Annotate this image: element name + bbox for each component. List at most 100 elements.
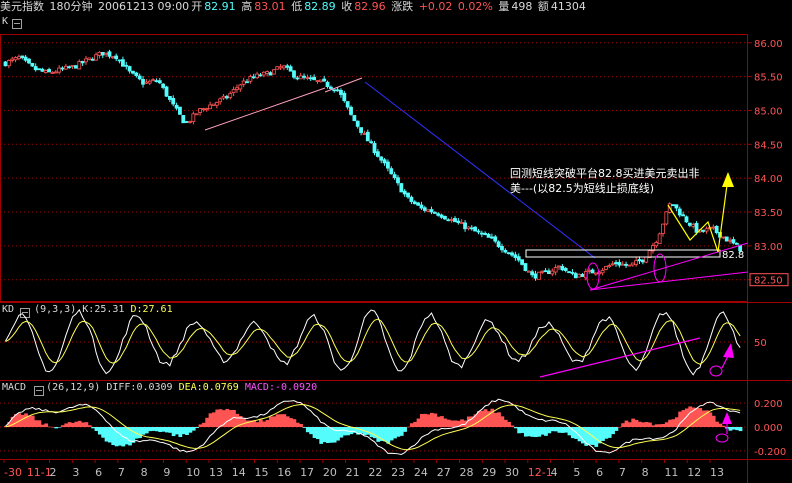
candle-body bbox=[339, 89, 343, 95]
macd-histogram-bar bbox=[389, 427, 394, 441]
candle-body bbox=[325, 81, 330, 87]
candle-body bbox=[322, 78, 327, 82]
macd-histogram-bar bbox=[191, 427, 196, 431]
candle-body bbox=[724, 236, 729, 242]
macd-histogram-bar bbox=[50, 426, 55, 428]
chart-canvas[interactable]: 86.00 85.50 85.00 84.50 84.00 83.50 83.00 82.50… bbox=[0, 0, 792, 483]
macd-histogram-bar bbox=[269, 416, 273, 427]
macd-histogram-bar bbox=[165, 427, 169, 433]
axis-labels-layer: 86.00 85.50 85.00 84.50 84.00 83.50 83.00 82.50… bbox=[3, 39, 789, 479]
candle-body bbox=[681, 214, 686, 217]
macd-histogram-bar bbox=[668, 419, 672, 427]
x-axis-label: 27 bbox=[437, 466, 451, 479]
macd-histogram-bar bbox=[205, 417, 210, 427]
macd-histogram-bar bbox=[326, 427, 330, 444]
candle-body bbox=[412, 201, 417, 205]
macd-histogram-bar bbox=[396, 427, 401, 437]
candle-body bbox=[144, 81, 149, 84]
candle-body bbox=[614, 262, 618, 265]
macd-y-tick-label: 0.000 bbox=[754, 423, 783, 434]
macd-histogram-bar bbox=[64, 423, 69, 427]
macd-histogram-bar bbox=[718, 423, 723, 427]
candle-body bbox=[104, 52, 109, 55]
candle-body bbox=[164, 86, 169, 97]
main-y-tick-label: 83.50 bbox=[754, 208, 783, 219]
x-axis-label: 6 bbox=[596, 466, 603, 479]
macd-histogram-bar bbox=[621, 423, 625, 427]
macd-histogram-bar bbox=[399, 427, 404, 436]
candle-body bbox=[510, 252, 514, 256]
candle-body bbox=[604, 265, 608, 270]
candle-body bbox=[342, 92, 347, 102]
macd-histogram-bar bbox=[319, 427, 324, 444]
candle-body bbox=[231, 89, 236, 94]
macd-histogram-bar bbox=[158, 427, 163, 433]
macd-histogram-bar bbox=[154, 427, 159, 432]
macd-histogram-bar bbox=[547, 427, 552, 434]
macd-histogram-bar bbox=[644, 421, 649, 427]
macd-histogram-bar bbox=[648, 422, 652, 427]
candle-body bbox=[406, 192, 410, 198]
bottom-ellipse bbox=[586, 262, 600, 290]
macd-histogram-bar bbox=[403, 427, 407, 432]
candle-body bbox=[409, 196, 414, 202]
candle-body bbox=[30, 63, 35, 67]
candle-body bbox=[550, 270, 555, 275]
macd-histogram-bar bbox=[54, 427, 59, 429]
candle-body bbox=[261, 71, 266, 76]
candle-body bbox=[473, 226, 478, 232]
main-y-tick-label: 85.00 bbox=[754, 106, 783, 117]
candle-body bbox=[553, 267, 558, 273]
macd-histogram-bar bbox=[91, 427, 95, 429]
macd-histogram-bar bbox=[446, 419, 451, 427]
candle-body bbox=[141, 78, 145, 85]
candle-body bbox=[328, 86, 333, 89]
candle-body bbox=[248, 76, 253, 82]
candle-body bbox=[661, 223, 665, 234]
candle-body bbox=[60, 67, 65, 70]
candle-body bbox=[245, 81, 249, 84]
candle-body bbox=[731, 239, 736, 244]
macd-histogram-bar bbox=[624, 420, 629, 427]
macd-histogram-bar bbox=[513, 427, 518, 429]
candle-body bbox=[513, 254, 518, 258]
main-y-tick-label: 82.50 bbox=[754, 276, 783, 287]
candle-body bbox=[500, 245, 504, 251]
macd-histogram-bar bbox=[81, 422, 85, 427]
candle-body bbox=[704, 228, 709, 232]
candle-body bbox=[308, 77, 313, 80]
macd-histogram-bar bbox=[342, 427, 347, 436]
macd-histogram-bar bbox=[634, 419, 639, 427]
candle-body bbox=[178, 106, 182, 115]
macd-histogram-bar bbox=[336, 427, 340, 441]
macd-histogram-bar bbox=[148, 427, 152, 432]
candle-body bbox=[536, 271, 541, 280]
candle-body bbox=[255, 73, 259, 79]
x-axis-label: 23 bbox=[391, 466, 405, 479]
macd-histogram-bar bbox=[430, 412, 434, 427]
macd-histogram-bar bbox=[366, 427, 371, 435]
macd-histogram-bar bbox=[175, 427, 179, 435]
candle-body bbox=[674, 204, 679, 209]
macd-histogram-bar bbox=[453, 420, 458, 427]
candle-body bbox=[349, 106, 353, 115]
candle-body bbox=[57, 67, 62, 73]
candle-body bbox=[600, 269, 605, 274]
x-axis-label: 20 bbox=[323, 466, 337, 479]
x-axis-label: 13 bbox=[209, 466, 223, 479]
candle-body bbox=[37, 68, 41, 71]
x-axis-label: 17 bbox=[300, 466, 314, 479]
candle-body bbox=[664, 211, 669, 225]
candle-body bbox=[100, 51, 105, 56]
macd-histogram-bar bbox=[658, 424, 662, 427]
macd-histogram-bar bbox=[564, 427, 568, 433]
macd-histogram-bar bbox=[530, 427, 535, 437]
candle-body bbox=[503, 249, 508, 253]
candle-body bbox=[479, 232, 484, 235]
macd-histogram-bar bbox=[215, 409, 220, 427]
macd-histogram-bar bbox=[195, 427, 199, 428]
candle-body bbox=[627, 264, 632, 267]
candle-body bbox=[694, 222, 699, 233]
candle-body bbox=[570, 272, 575, 274]
macd-histogram-bar bbox=[711, 415, 716, 427]
